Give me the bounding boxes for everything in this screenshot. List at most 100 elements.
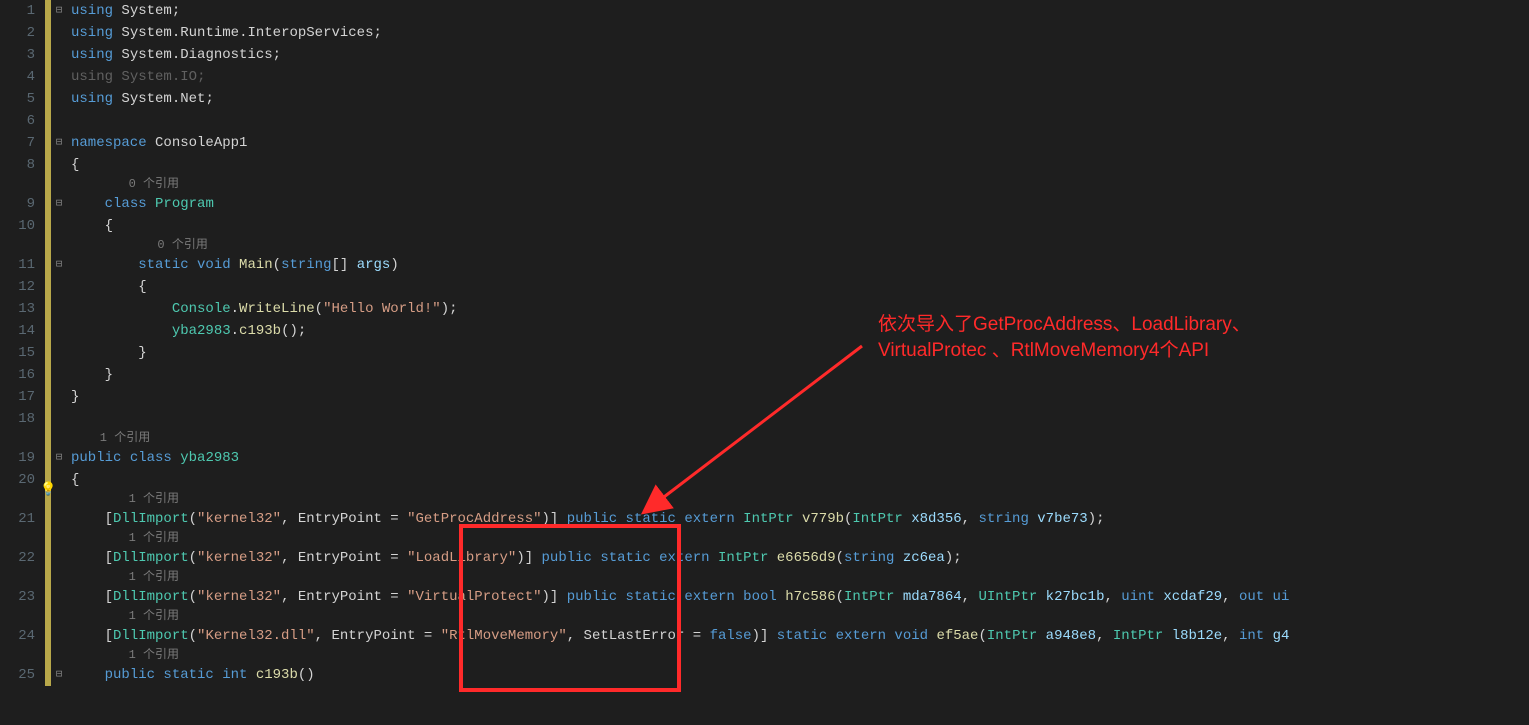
fold-toggle[interactable]: ⊟ bbox=[51, 193, 67, 215]
fold-toggle[interactable]: ⊟ bbox=[51, 132, 67, 154]
token: static bbox=[777, 628, 836, 644]
token: v779b bbox=[802, 511, 844, 527]
token: "kernel32" bbox=[197, 511, 281, 527]
token: , EntryPoint = bbox=[281, 511, 407, 527]
codelens-references[interactable]: 1 个引用 bbox=[67, 647, 1529, 664]
token: extern bbox=[684, 511, 743, 527]
codelens-references[interactable]: 1 个引用 bbox=[67, 530, 1529, 547]
token: { bbox=[71, 279, 147, 295]
code-line[interactable] bbox=[67, 408, 1529, 430]
code-line[interactable]: [DllImport("Kernel32.dll", EntryPoint = … bbox=[67, 625, 1529, 647]
code-line[interactable]: { bbox=[67, 154, 1529, 176]
token: WriteLine bbox=[239, 301, 315, 317]
code-line[interactable]: class Program bbox=[67, 193, 1529, 215]
codelens-references[interactable]: 1 个引用 bbox=[67, 430, 1529, 447]
token: string bbox=[844, 550, 903, 566]
token: "Hello World!" bbox=[323, 301, 441, 317]
token: l8b12e bbox=[1172, 628, 1222, 644]
code-editor[interactable]: 1234567891011121314151617181920212223242… bbox=[0, 0, 1529, 725]
fold-toggle bbox=[51, 508, 67, 530]
codelens-references[interactable]: 0 个引用 bbox=[67, 237, 1529, 254]
code-line[interactable]: public static int c193b() bbox=[67, 664, 1529, 686]
lightbulb-icon[interactable]: 💡 bbox=[40, 482, 56, 497]
line-number: 19 bbox=[0, 447, 35, 469]
code-line[interactable]: using System.Net; bbox=[67, 88, 1529, 110]
codelens-references[interactable]: 0 个引用 bbox=[67, 176, 1529, 193]
code-line[interactable]: [DllImport("kernel32", EntryPoint = "Vir… bbox=[67, 586, 1529, 608]
fold-toggle bbox=[51, 547, 67, 569]
token: args bbox=[357, 257, 391, 273]
line-number: 18 bbox=[0, 408, 35, 430]
token: ; bbox=[205, 91, 213, 107]
token: [ bbox=[71, 628, 113, 644]
token: class bbox=[105, 196, 155, 212]
code-line[interactable]: Console.WriteLine("Hello World!"); bbox=[67, 298, 1529, 320]
fold-toggle[interactable]: ⊟ bbox=[51, 254, 67, 276]
token bbox=[71, 301, 172, 317]
token: DllImport bbox=[113, 511, 189, 527]
codelens-references[interactable]: 1 个引用 bbox=[67, 608, 1529, 625]
token: static bbox=[600, 550, 659, 566]
code-line[interactable]: { bbox=[67, 469, 1529, 491]
line-number: 17 bbox=[0, 386, 35, 408]
token: v7be73 bbox=[1037, 511, 1087, 527]
token: . bbox=[172, 25, 180, 41]
fold-toggle bbox=[51, 154, 67, 176]
code-line[interactable]: using System.Runtime.InteropServices; bbox=[67, 22, 1529, 44]
code-line[interactable]: { bbox=[67, 215, 1529, 237]
fold-toggle[interactable]: ⊟ bbox=[51, 664, 67, 686]
token: , bbox=[1222, 628, 1239, 644]
token: , EntryPoint = bbox=[315, 628, 441, 644]
fold-gutter[interactable]: ⊟ ⊟ ⊟ ⊟ ⊟ ⊟ bbox=[51, 0, 67, 725]
token: int bbox=[1239, 628, 1273, 644]
token: k27bc1b bbox=[1046, 589, 1105, 605]
token: . bbox=[172, 47, 180, 63]
code-line[interactable]: } bbox=[67, 386, 1529, 408]
code-line[interactable]: static void Main(string[] args) bbox=[67, 254, 1529, 276]
codelens-references[interactable]: 1 个引用 bbox=[67, 491, 1529, 508]
line-number: 5 bbox=[0, 88, 35, 110]
fold-toggle[interactable]: ⊟ bbox=[51, 447, 67, 469]
code-line[interactable]: } bbox=[67, 364, 1529, 386]
code-line[interactable]: namespace ConsoleApp1 bbox=[67, 132, 1529, 154]
code-area[interactable]: using System;using System.Runtime.Intero… bbox=[67, 0, 1529, 725]
token bbox=[71, 667, 105, 683]
token: ( bbox=[189, 511, 197, 527]
code-line[interactable] bbox=[67, 110, 1529, 132]
codelens-references[interactable]: 1 个引用 bbox=[67, 569, 1529, 586]
token: "GetProcAddress" bbox=[407, 511, 541, 527]
token: Program bbox=[155, 196, 214, 212]
code-line[interactable]: using System.IO; bbox=[67, 66, 1529, 88]
line-number: 1 bbox=[0, 0, 35, 22]
code-line[interactable]: using System; bbox=[67, 0, 1529, 22]
fold-toggle bbox=[51, 22, 67, 44]
token: )] bbox=[542, 511, 567, 527]
token: )] bbox=[516, 550, 541, 566]
token: yba2983 bbox=[172, 323, 231, 339]
token: public bbox=[71, 450, 130, 466]
fold-toggle[interactable]: ⊟ bbox=[51, 0, 67, 22]
token: { bbox=[71, 218, 113, 234]
token: ( bbox=[273, 257, 281, 273]
code-line[interactable]: } bbox=[67, 342, 1529, 364]
token: g4 bbox=[1273, 628, 1290, 644]
line-number: 12 bbox=[0, 276, 35, 298]
line-number: 6 bbox=[0, 110, 35, 132]
token: "LoadLibrary" bbox=[407, 550, 516, 566]
token: ( bbox=[836, 589, 844, 605]
code-line[interactable]: { bbox=[67, 276, 1529, 298]
token: Diagnostics bbox=[180, 47, 272, 63]
token: a948e8 bbox=[1046, 628, 1096, 644]
token: ef5ae bbox=[936, 628, 978, 644]
code-line[interactable]: public class yba2983 bbox=[67, 447, 1529, 469]
token: IntPtr bbox=[987, 628, 1046, 644]
token: System bbox=[121, 47, 171, 63]
code-line[interactable]: [DllImport("kernel32", EntryPoint = "Get… bbox=[67, 508, 1529, 530]
token: int bbox=[222, 667, 256, 683]
token: mda7864 bbox=[903, 589, 962, 605]
code-line[interactable]: [DllImport("kernel32", EntryPoint = "Loa… bbox=[67, 547, 1529, 569]
code-line[interactable]: using System.Diagnostics; bbox=[67, 44, 1529, 66]
fold-toggle bbox=[51, 386, 67, 408]
token: , bbox=[962, 589, 979, 605]
code-line[interactable]: yba2983.c193b(); bbox=[67, 320, 1529, 342]
